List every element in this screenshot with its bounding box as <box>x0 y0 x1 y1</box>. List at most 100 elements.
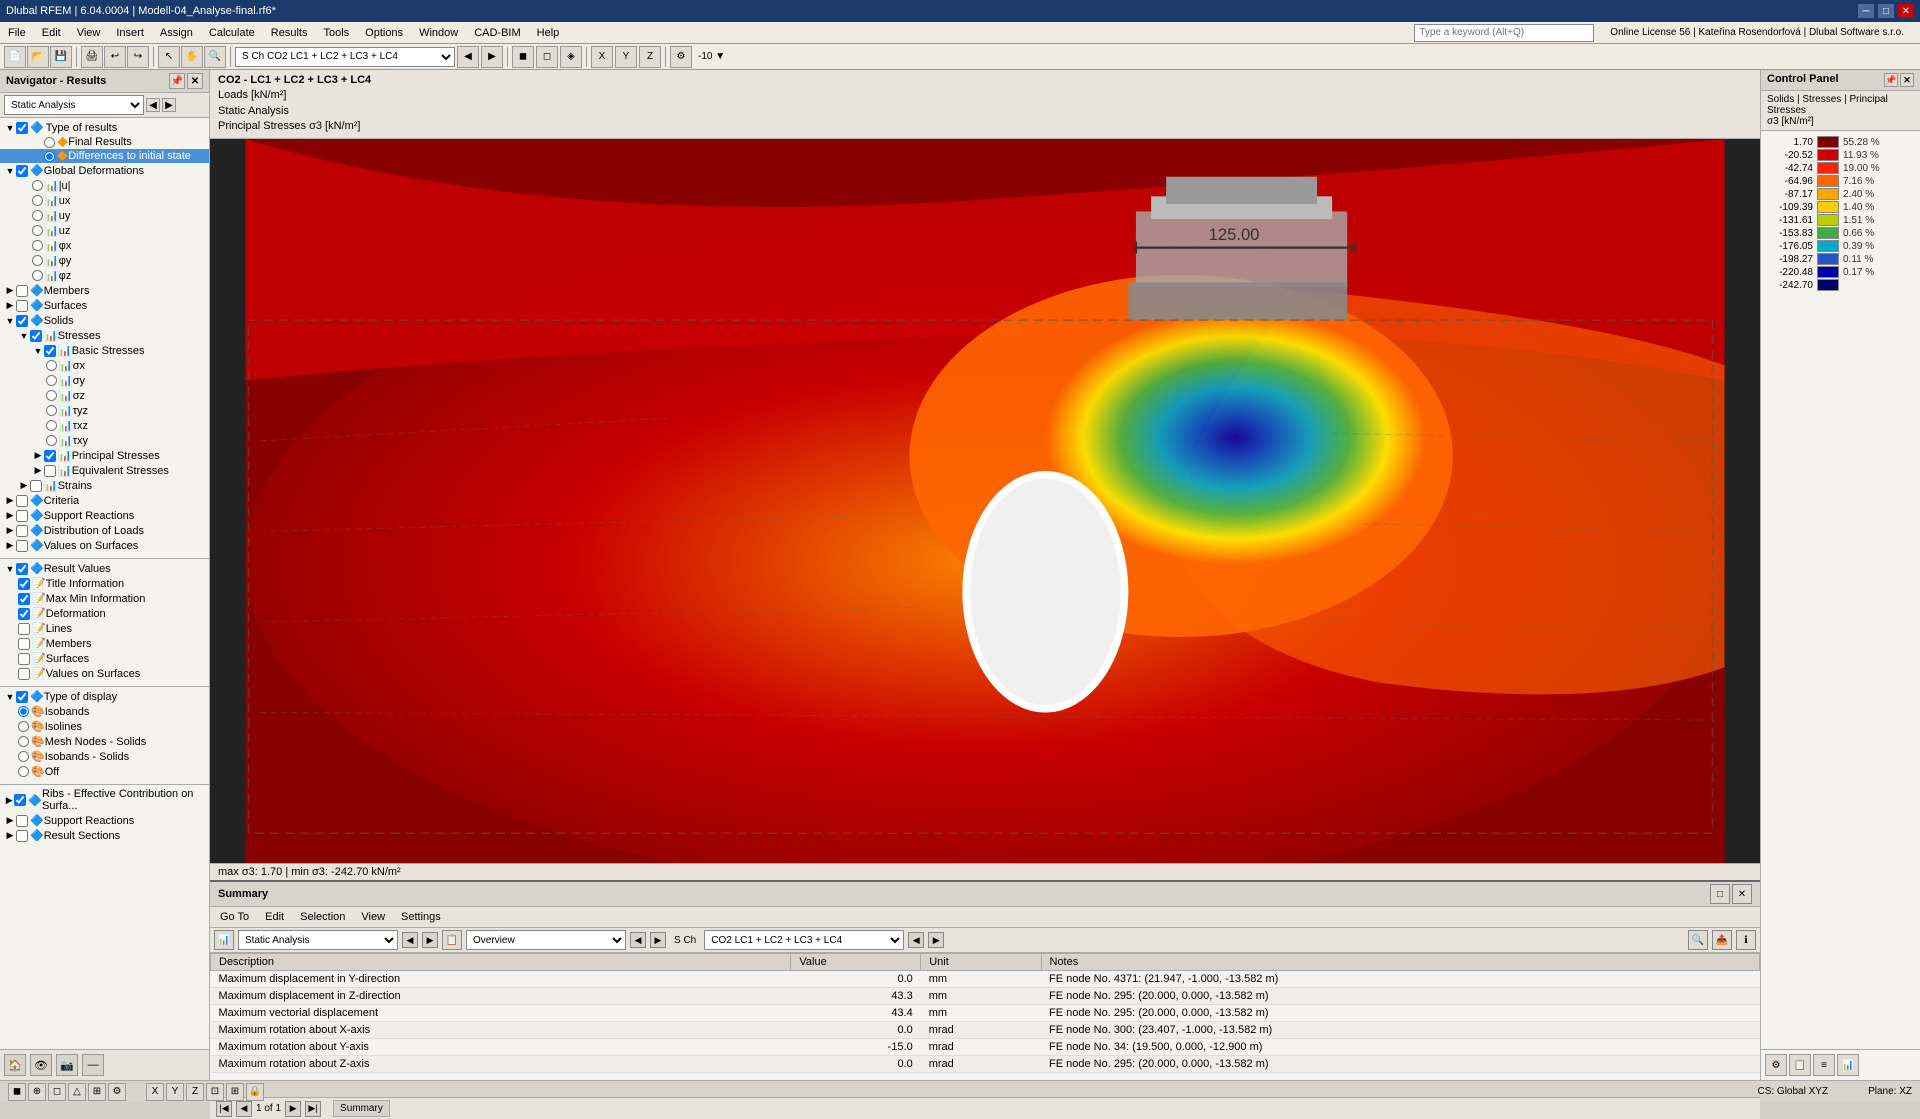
nav-mesh-nodes-radio[interactable] <box>18 736 29 747</box>
next-lc-button[interactable]: ▶ <box>481 46 503 68</box>
undo-button[interactable]: ↩ <box>104 46 126 68</box>
menu-calculate[interactable]: Calculate <box>201 25 263 41</box>
nav-support-reactions-checkbox[interactable] <box>16 510 28 522</box>
summary-info-button[interactable]: ℹ <box>1736 930 1756 950</box>
nav-isolines[interactable]: 🎨 Isolines <box>0 719 209 734</box>
nav-deform-ux[interactable]: 📊 ux <box>0 193 209 208</box>
nav-global-deformations-toggle[interactable]: ▼ 🔷 Global Deformations <box>0 163 209 178</box>
nav-stress-tyz-radio[interactable] <box>46 405 57 416</box>
nav-isobands-solids-radio[interactable] <box>18 751 29 762</box>
nav-lines-checkbox[interactable] <box>18 623 30 635</box>
summary-filter-button[interactable]: 🔍 <box>1688 930 1708 950</box>
nav-lines[interactable]: 📝 Lines <box>0 621 209 636</box>
nav-stress-sz-radio[interactable] <box>46 390 57 401</box>
nav-result-sections[interactable]: ▶ 🔷 Result Sections <box>0 828 209 843</box>
nav-values-surfaces-rv[interactable]: 📝 Values on Surfaces <box>0 666 209 681</box>
nav-global-deform-checkbox[interactable] <box>16 165 28 177</box>
summary-ov-prev-button[interactable]: ◀ <box>630 932 646 948</box>
menu-options[interactable]: Options <box>357 25 411 41</box>
nav-criteria-checkbox[interactable] <box>16 495 28 507</box>
nav-maxmin-information[interactable]: 📝 Max Min Information <box>0 591 209 606</box>
summary-lc-combo[interactable]: CO2 LC1 + LC2 + LC3 + LC4 <box>704 930 904 950</box>
nav-stresses-toggle[interactable]: ▼ 📊 Stresses <box>0 328 209 343</box>
sb-icon5[interactable]: ⊞ <box>88 1083 106 1101</box>
nav-support-reactions-2[interactable]: ▶ 🔷 Support Reactions <box>0 813 209 828</box>
menu-cadbim[interactable]: CAD-BIM <box>466 25 528 41</box>
nav-isobands-radio[interactable] <box>18 706 29 717</box>
wireframe-button[interactable]: ◻ <box>536 46 558 68</box>
summary-ov-next-button[interactable]: ▶ <box>650 932 666 948</box>
summary-close-button[interactable]: ✕ <box>1732 884 1752 904</box>
nav-stress-txy-radio[interactable] <box>46 435 57 446</box>
nav-close-button[interactable]: ✕ <box>187 73 203 89</box>
nav-isobands[interactable]: 🎨 Isobands <box>0 704 209 719</box>
nav-type-results-checkbox[interactable] <box>16 122 28 134</box>
select-button[interactable]: ↖ <box>158 46 180 68</box>
settings-button[interactable]: ⚙ <box>670 46 692 68</box>
maximize-button[interactable]: □ <box>1878 4 1894 18</box>
nav-home-button[interactable]: 🏠 <box>4 1054 26 1076</box>
nav-deform-phix-radio[interactable] <box>32 240 43 251</box>
view-y-button[interactable]: Y <box>615 46 637 68</box>
sb-xy-icon[interactable]: ⊡ <box>206 1083 224 1101</box>
search-input[interactable] <box>1414 24 1594 42</box>
view-x-button[interactable]: X <box>591 46 613 68</box>
summary-overview-combo[interactable]: Overview <box>466 930 626 950</box>
nav-title-info-checkbox[interactable] <box>18 578 30 590</box>
print-button[interactable]: 🖨 <box>81 46 103 68</box>
nav-deform-phiy[interactable]: 📊 φy <box>0 253 209 268</box>
nav-values-surfaces-checkbox[interactable] <box>16 540 28 552</box>
nav-equivalent-stresses-checkbox[interactable] <box>44 465 56 477</box>
summary-edit-tab[interactable]: Edit <box>261 909 288 925</box>
nav-deform-u-radio[interactable] <box>32 180 43 191</box>
nav-stress-sx-radio[interactable] <box>46 360 57 371</box>
redo-button[interactable]: ↪ <box>127 46 149 68</box>
table-row[interactable]: Maximum vectorial displacement 43.4 mm F… <box>211 1005 1760 1022</box>
sb-icon6[interactable]: ⚙ <box>108 1083 126 1101</box>
table-row[interactable]: Maximum displacement in Y-direction 0.0 … <box>211 971 1760 988</box>
nav-deform-u[interactable]: 📊 |u| <box>0 178 209 193</box>
lc-combo[interactable]: S Ch CO2 LC1 + LC2 + LC3 + LC4 <box>235 47 455 67</box>
prev-lc-button[interactable]: ◀ <box>457 46 479 68</box>
col-notes[interactable]: Notes <box>1041 954 1760 971</box>
table-prev-button[interactable]: ◀ <box>236 1101 252 1117</box>
nav-stress-txz-radio[interactable] <box>46 420 57 431</box>
close-button[interactable]: ✕ <box>1898 4 1914 18</box>
nav-deformation[interactable]: 📝 Deformation <box>0 606 209 621</box>
nav-members-rv-checkbox[interactable] <box>18 638 30 650</box>
nav-result-values-toggle[interactable]: ▼ 🔷 Result Values <box>0 561 209 576</box>
nav-strains-checkbox[interactable] <box>30 480 42 492</box>
menu-tools[interactable]: Tools <box>315 25 357 41</box>
nav-maxmin-info-checkbox[interactable] <box>18 593 30 605</box>
nav-stress-sy[interactable]: 📊 σy <box>0 373 209 388</box>
nav-strains-toggle[interactable]: ▶ 📊 Strains <box>0 478 209 493</box>
summary-expand-button[interactable]: □ <box>1710 884 1730 904</box>
summary-next-button[interactable]: ▶ <box>422 932 438 948</box>
new-button[interactable]: 📄 <box>4 46 26 68</box>
nav-dist-loads-checkbox[interactable] <box>16 525 28 537</box>
nav-basic-stresses-toggle[interactable]: ▼ 📊 Basic Stresses <box>0 343 209 358</box>
menu-view[interactable]: View <box>69 25 109 41</box>
nav-surfaces-checkbox[interactable] <box>16 300 28 312</box>
nav-members-rv[interactable]: 📝 Members <box>0 636 209 651</box>
summary-analysis-combo[interactable]: Static Analysis <box>238 930 398 950</box>
summary-lc-prev-button[interactable]: ◀ <box>908 932 924 948</box>
nav-surfaces-rv-checkbox[interactable] <box>18 653 30 665</box>
nav-stress-tyz[interactable]: 📊 τyz <box>0 403 209 418</box>
nav-line-button[interactable]: — <box>82 1054 104 1076</box>
move-button[interactable]: ✋ <box>181 46 203 68</box>
cp-close-button[interactable]: ✕ <box>1900 73 1914 87</box>
col-unit[interactable]: Unit <box>921 954 1041 971</box>
table-row[interactable]: Maximum rotation about Z-axis 0.0 mrad F… <box>211 1056 1760 1073</box>
nav-final-results[interactable]: 🔶 Final Results <box>0 135 209 149</box>
nav-deform-phix[interactable]: 📊 φx <box>0 238 209 253</box>
sb-icon4[interactable]: △ <box>68 1083 86 1101</box>
nav-surfaces-rv[interactable]: 📝 Surfaces <box>0 651 209 666</box>
menu-insert[interactable]: Insert <box>108 25 152 41</box>
nav-ribs[interactable]: ▶ 🔷 Ribs - Effective Contribution on Sur… <box>0 787 209 813</box>
nav-off[interactable]: 🎨 Off <box>0 764 209 779</box>
nav-support-reactions-toggle[interactable]: ▶ 🔷 Support Reactions <box>0 508 209 523</box>
nav-stress-txy[interactable]: 📊 τxy <box>0 433 209 448</box>
table-next-button[interactable]: ▶ <box>285 1101 301 1117</box>
nav-differences-radio[interactable] <box>44 151 55 162</box>
